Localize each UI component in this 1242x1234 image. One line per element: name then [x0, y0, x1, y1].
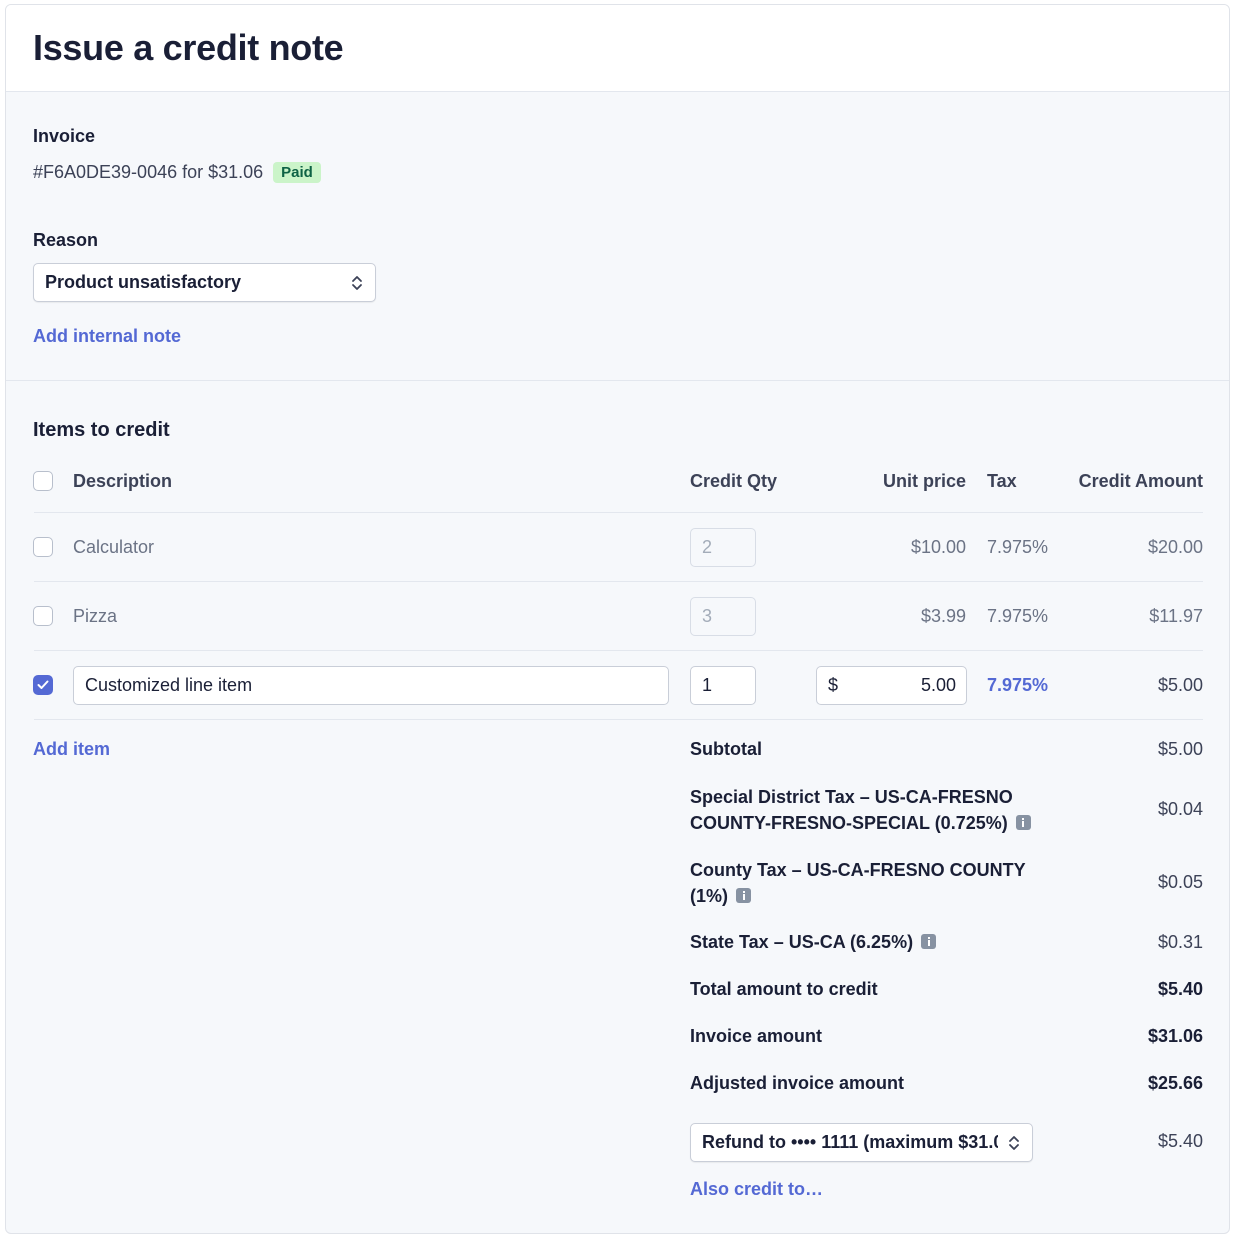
- description-input-value: Customized line item: [85, 675, 253, 695]
- total-credit-value: $5.40: [1157, 979, 1203, 999]
- row-checkbox-checked[interactable]: [33, 675, 53, 695]
- subtotal-value: $5.00: [1157, 739, 1203, 759]
- page-title: Issue a credit note: [33, 27, 344, 68]
- row-credit-amount: $11.97: [1149, 606, 1203, 626]
- row-credit-amount: $20.00: [1147, 537, 1203, 557]
- row-divider: [34, 719, 1203, 720]
- state-tax-label-row: State Tax – US-CA (6.25%): [690, 929, 937, 955]
- section-divider: [6, 380, 1229, 381]
- special-district-tax-label-line1: Special District Tax – US-CA-FRESNO: [690, 787, 1013, 807]
- credit-qty-value: 3: [702, 606, 713, 626]
- invoice-label: Invoice: [33, 126, 96, 146]
- table-row: Customized line item 1 $ 5.00 7.975% $5.…: [6, 651, 1229, 719]
- credit-qty-input[interactable]: 1: [690, 666, 756, 705]
- invoice-amount-value: $31.06: [1147, 1026, 1203, 1046]
- select-all-checkbox[interactable]: [33, 471, 53, 491]
- column-header-description: Description: [73, 471, 173, 491]
- invoice-summary: #F6A0DE39-0046 for $31.06: [33, 162, 264, 182]
- row-checkbox[interactable]: [33, 606, 53, 626]
- info-icon[interactable]: [921, 934, 937, 949]
- reason-select[interactable]: Product unsatisfactory: [33, 263, 376, 302]
- county-tax-label-line2-row: (1%): [690, 883, 1026, 909]
- state-tax-value: $0.31: [1157, 932, 1203, 952]
- total-credit-label: Total amount to credit: [690, 979, 878, 999]
- add-item-link[interactable]: Add item: [33, 739, 110, 760]
- unit-price-value: 5.00: [920, 675, 956, 695]
- refund-select[interactable]: Refund to •••• 1111 (maximum $31.06): [690, 1123, 1033, 1162]
- county-tax-label: County Tax – US-CA-FRESNO COUNTY (1%): [690, 857, 1026, 909]
- unit-price-input[interactable]: $ 5.00: [816, 666, 967, 705]
- row-checkbox[interactable]: [33, 537, 53, 557]
- county-tax-value: $0.05: [1157, 872, 1203, 892]
- column-header-tax: Tax: [987, 471, 1017, 491]
- county-tax-label-line1: County Tax – US-CA-FRESNO COUNTY: [690, 860, 1026, 880]
- county-tax-label-line2: (1%): [690, 886, 729, 906]
- credit-qty-input[interactable]: 2: [690, 528, 756, 567]
- special-district-tax-label-line2: COUNTY-FRESNO-SPECIAL (0.725%): [690, 813, 1008, 833]
- column-header-unit-price: Unit price: [882, 471, 966, 491]
- column-header-credit-amount: Credit Amount: [1078, 471, 1203, 491]
- special-district-tax-value: $0.04: [1157, 799, 1203, 819]
- description-input[interactable]: Customized line item: [73, 666, 669, 705]
- special-district-tax-label: Special District Tax – US-CA-FRESNO COUN…: [690, 784, 1031, 836]
- column-header-credit-qty: Credit Qty: [690, 471, 778, 491]
- page-header: Issue a credit note: [6, 5, 1229, 92]
- credit-qty-value: 2: [702, 537, 713, 557]
- reason-label: Reason: [33, 230, 99, 250]
- special-district-tax-label-line2-row: COUNTY-FRESNO-SPECIAL (0.725%): [690, 810, 1031, 836]
- adjusted-invoice-label: Adjusted invoice amount: [690, 1073, 905, 1093]
- row-unit-price: $10.00: [910, 537, 966, 557]
- status-badge: Paid: [273, 162, 321, 183]
- subtotal-label: Subtotal: [690, 739, 762, 759]
- row-description: Calculator: [73, 537, 155, 557]
- credit-qty-value: 1: [702, 675, 713, 695]
- add-internal-note-link[interactable]: Add internal note: [33, 326, 181, 347]
- adjusted-invoice-value: $25.66: [1147, 1073, 1203, 1093]
- chevron-up-down-icon: [352, 275, 362, 290]
- refund-value: $5.40: [1157, 1131, 1203, 1151]
- also-credit-to-link[interactable]: Also credit to…: [690, 1179, 823, 1200]
- credit-note-panel: Issue a credit note Invoice #F6A0DE39-00…: [5, 4, 1230, 1234]
- state-tax-label: State Tax – US-CA (6.25%): [690, 932, 914, 952]
- currency-symbol: $: [828, 675, 839, 695]
- table-row: Pizza 3 $3.99 7.975% $11.97: [6, 582, 1229, 650]
- reason-select-value: Product unsatisfactory: [45, 272, 242, 292]
- row-description: Pizza: [73, 606, 118, 626]
- row-credit-amount: $5.00: [1157, 675, 1203, 695]
- table-row: Calculator 2 $10.00 7.975% $20.00: [6, 513, 1229, 581]
- info-icon[interactable]: [736, 888, 752, 903]
- invoice-summary-row: #F6A0DE39-0046 for $31.06 Paid: [33, 162, 321, 183]
- items-section-title: Items to credit: [33, 419, 170, 441]
- checkmark-icon: [37, 680, 49, 689]
- credit-qty-input[interactable]: 3: [690, 597, 756, 636]
- invoice-amount-label: Invoice amount: [690, 1026, 823, 1046]
- row-unit-price: $3.99: [920, 606, 966, 626]
- refund-select-value: Refund to •••• 1111 (maximum $31.06): [702, 1132, 998, 1152]
